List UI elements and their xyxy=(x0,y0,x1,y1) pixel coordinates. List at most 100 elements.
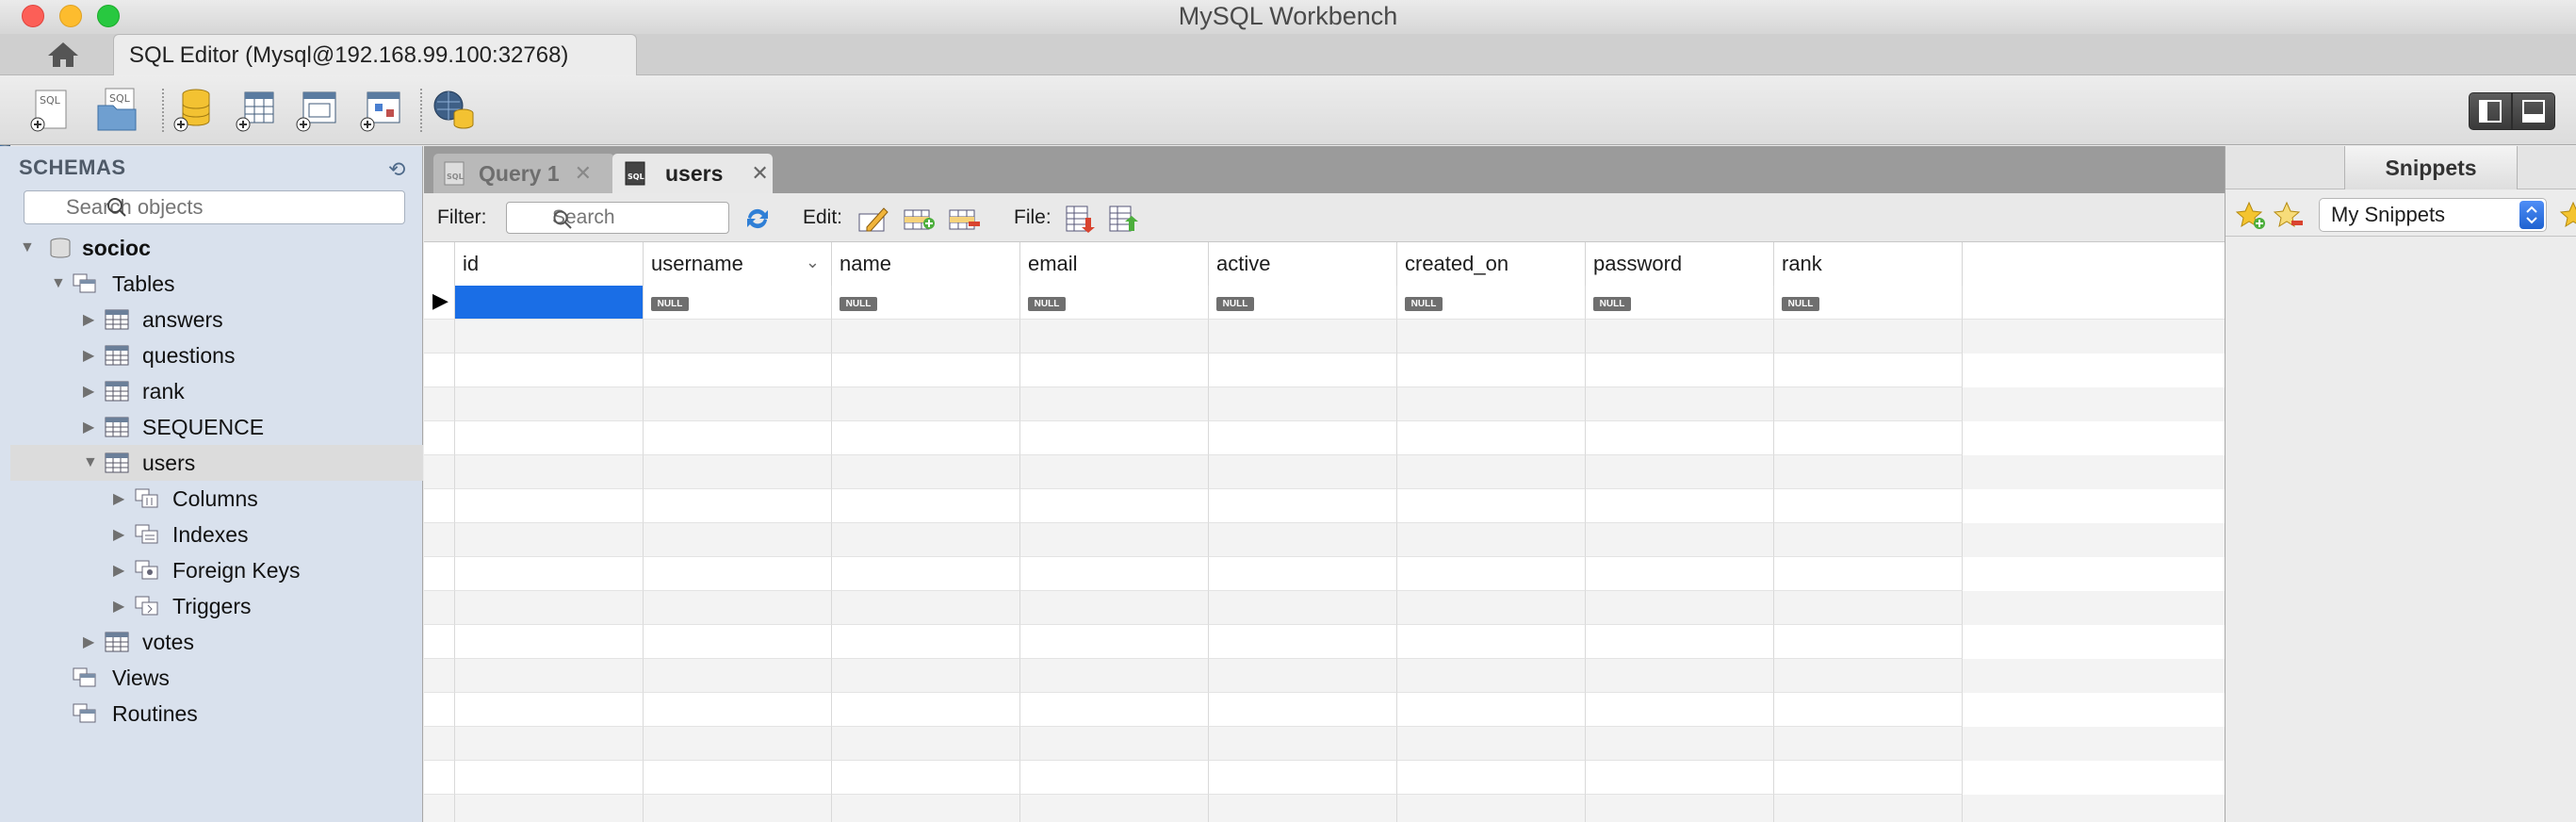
empty-grid-cell xyxy=(424,489,455,523)
column-header-active[interactable]: active xyxy=(1209,242,1397,286)
close-tab-icon[interactable]: ✕ xyxy=(751,161,768,186)
refresh-schemas-icon[interactable]: ⟲ xyxy=(388,157,405,182)
users-indexes-node[interactable]: ▶ Indexes xyxy=(10,517,423,552)
collapsed-triangle-icon[interactable]: ▶ xyxy=(113,561,130,580)
grid-cell[interactable]: NULL xyxy=(1586,286,1774,320)
empty-grid-cell xyxy=(455,795,644,822)
expanded-triangle-icon[interactable]: ▼ xyxy=(51,275,68,292)
views-label: Views xyxy=(112,665,170,690)
create-schema-icon[interactable] xyxy=(170,85,219,134)
row-indicator-cell[interactable]: ▶ xyxy=(424,286,455,320)
grid-cell[interactable]: NULL xyxy=(1774,286,1963,320)
toggle-sidebar-button[interactable] xyxy=(2469,92,2512,130)
column-header-email[interactable]: email xyxy=(1020,242,1209,286)
table-node-answers[interactable]: ▶ answers xyxy=(10,302,423,337)
close-tab-icon[interactable]: ✕ xyxy=(575,161,592,186)
schema-label: socioc xyxy=(82,235,151,260)
table-node-sequence[interactable]: ▶ SEQUENCE xyxy=(10,409,423,445)
column-header-label: name xyxy=(840,252,892,275)
table-node-rank[interactable]: ▶ rank xyxy=(10,373,423,409)
create-table-icon[interactable] xyxy=(232,85,281,134)
delete-row-icon[interactable] xyxy=(948,205,982,233)
collapsed-triangle-icon[interactable]: ▶ xyxy=(113,597,130,616)
new-sql-tab-icon[interactable]: SQL xyxy=(26,85,75,134)
grid-cell-selected[interactable] xyxy=(455,286,644,320)
home-button[interactable] xyxy=(13,35,113,74)
create-view-icon[interactable] xyxy=(292,85,341,134)
svg-text:SQL: SQL xyxy=(628,173,644,181)
insert-row-icon[interactable] xyxy=(903,205,937,233)
tables-node[interactable]: ▼ Tables xyxy=(10,266,423,302)
toolbar-separator xyxy=(162,89,164,132)
collapsed-triangle-icon[interactable]: ▶ xyxy=(83,418,100,436)
users-columns-node[interactable]: ▶ Columns xyxy=(10,481,423,517)
empty-grid-cell xyxy=(1774,659,1963,693)
grid-cell[interactable]: NULL xyxy=(1020,286,1209,320)
snippets-select[interactable]: My Snippets xyxy=(2319,198,2547,232)
collapsed-triangle-icon[interactable]: ▶ xyxy=(113,525,130,544)
grid-cell[interactable]: NULL xyxy=(832,286,1020,320)
empty-grid-cell xyxy=(832,693,1020,727)
views-node[interactable]: Views xyxy=(10,660,423,696)
search-icon xyxy=(107,198,126,217)
table-row[interactable]: ▶ NULL NULL NULL NULL NULL NULL NULL xyxy=(424,286,2225,320)
create-procedure-icon[interactable] xyxy=(356,85,405,134)
add-snippet-star-icon[interactable] xyxy=(2235,201,2267,231)
empty-grid-cell xyxy=(455,489,644,523)
grid-cell[interactable]: NULL xyxy=(644,286,832,320)
collapsed-triangle-icon[interactable]: ▶ xyxy=(113,489,130,508)
users-foreign-keys-node[interactable]: ▶ Foreign Keys xyxy=(10,552,423,588)
empty-grid-cell xyxy=(832,387,1020,421)
edit-cell-icon[interactable] xyxy=(857,205,891,233)
collapsed-triangle-icon[interactable]: ▶ xyxy=(83,382,100,401)
collapsed-triangle-icon[interactable]: ▶ xyxy=(83,346,100,365)
routines-node[interactable]: Routines xyxy=(10,696,423,732)
column-header-label: username xyxy=(651,252,743,275)
import-records-icon[interactable] xyxy=(1108,205,1142,233)
empty-grid-cell xyxy=(1209,693,1397,727)
empty-grid-cell xyxy=(1020,353,1209,387)
toggle-output-button[interactable] xyxy=(2512,92,2555,130)
table-node-users[interactable]: ▼ users xyxy=(10,445,423,481)
reconnect-database-icon[interactable] xyxy=(430,85,479,134)
table-node-questions[interactable]: ▶ questions xyxy=(10,337,423,373)
connection-tab[interactable]: SQL Editor (Mysql@192.168.99.100:32768) xyxy=(113,34,637,76)
empty-grid-cell xyxy=(644,523,832,557)
grid-cell[interactable]: NULL xyxy=(1209,286,1397,320)
table-node-votes[interactable]: ▶ votes xyxy=(10,624,423,660)
snippet-star-icon[interactable] xyxy=(2559,201,2576,231)
empty-grid-cell xyxy=(1209,659,1397,693)
collapsed-triangle-icon[interactable]: ▶ xyxy=(83,633,100,651)
sort-chevron-icon[interactable]: ⌄ xyxy=(806,240,820,284)
column-header-rank[interactable]: rank xyxy=(1774,242,1963,286)
column-header-label: active xyxy=(1216,252,1271,275)
expanded-triangle-icon[interactable]: ▼ xyxy=(20,239,37,256)
column-header-id[interactable]: id xyxy=(455,242,644,286)
query-tab-query-1[interactable]: SQL Query 1 ✕ xyxy=(433,154,614,193)
table-icon xyxy=(105,345,129,366)
edit-label: Edit: xyxy=(803,206,843,228)
collapsed-triangle-icon[interactable]: ▶ xyxy=(83,310,100,329)
column-header-username[interactable]: username ⌄ xyxy=(644,242,832,286)
schema-node-socioc[interactable]: ▼ socioc xyxy=(10,230,423,266)
users-triggers-node[interactable]: ▶ Triggers xyxy=(10,588,423,624)
open-sql-script-icon[interactable]: SQL xyxy=(92,85,141,134)
search-objects-input[interactable] xyxy=(24,190,405,224)
empty-grid-cell xyxy=(644,659,832,693)
columns-folder-icon xyxy=(135,488,158,508)
snippets-tab[interactable]: Snippets xyxy=(2344,146,2518,189)
export-results-icon[interactable] xyxy=(1065,205,1099,233)
query-tab-users[interactable]: SQL users ✕ xyxy=(612,154,773,193)
tables-folder-icon xyxy=(73,273,96,293)
result-grid[interactable]: id username ⌄ name email active created_o… xyxy=(424,242,2225,822)
column-header-created_on[interactable]: created_on xyxy=(1397,242,1586,286)
grid-cell[interactable]: NULL xyxy=(1397,286,1586,320)
output-layout-icon xyxy=(2522,100,2545,123)
column-header-password[interactable]: password xyxy=(1586,242,1774,286)
remove-snippet-star-icon[interactable] xyxy=(2273,201,2305,231)
expanded-triangle-icon[interactable]: ▼ xyxy=(83,454,100,471)
refresh-rows-icon[interactable] xyxy=(741,205,774,233)
column-header-name[interactable]: name xyxy=(832,242,1020,286)
empty-grid-cell xyxy=(455,387,644,421)
filter-search-input[interactable] xyxy=(506,202,729,234)
